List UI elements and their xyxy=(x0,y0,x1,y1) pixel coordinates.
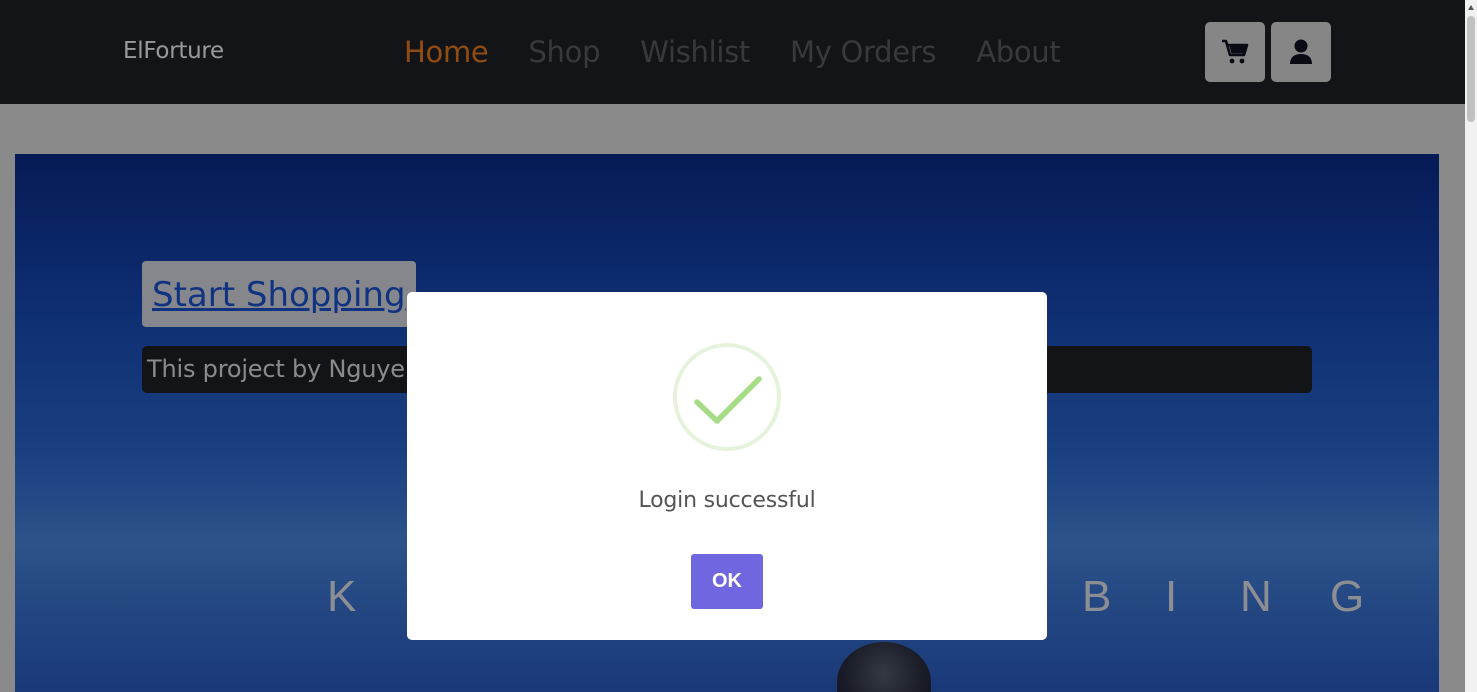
scrollbar-thumb[interactable] xyxy=(1467,16,1475,122)
dialog-message: Login successful xyxy=(638,488,816,513)
login-success-dialog: Login successful OK xyxy=(407,292,1047,640)
success-check-icon xyxy=(673,343,781,451)
ok-button[interactable]: OK xyxy=(691,554,763,609)
page-scrollbar[interactable] xyxy=(1465,0,1477,692)
scroll-up-arrow-icon[interactable] xyxy=(1468,5,1474,10)
